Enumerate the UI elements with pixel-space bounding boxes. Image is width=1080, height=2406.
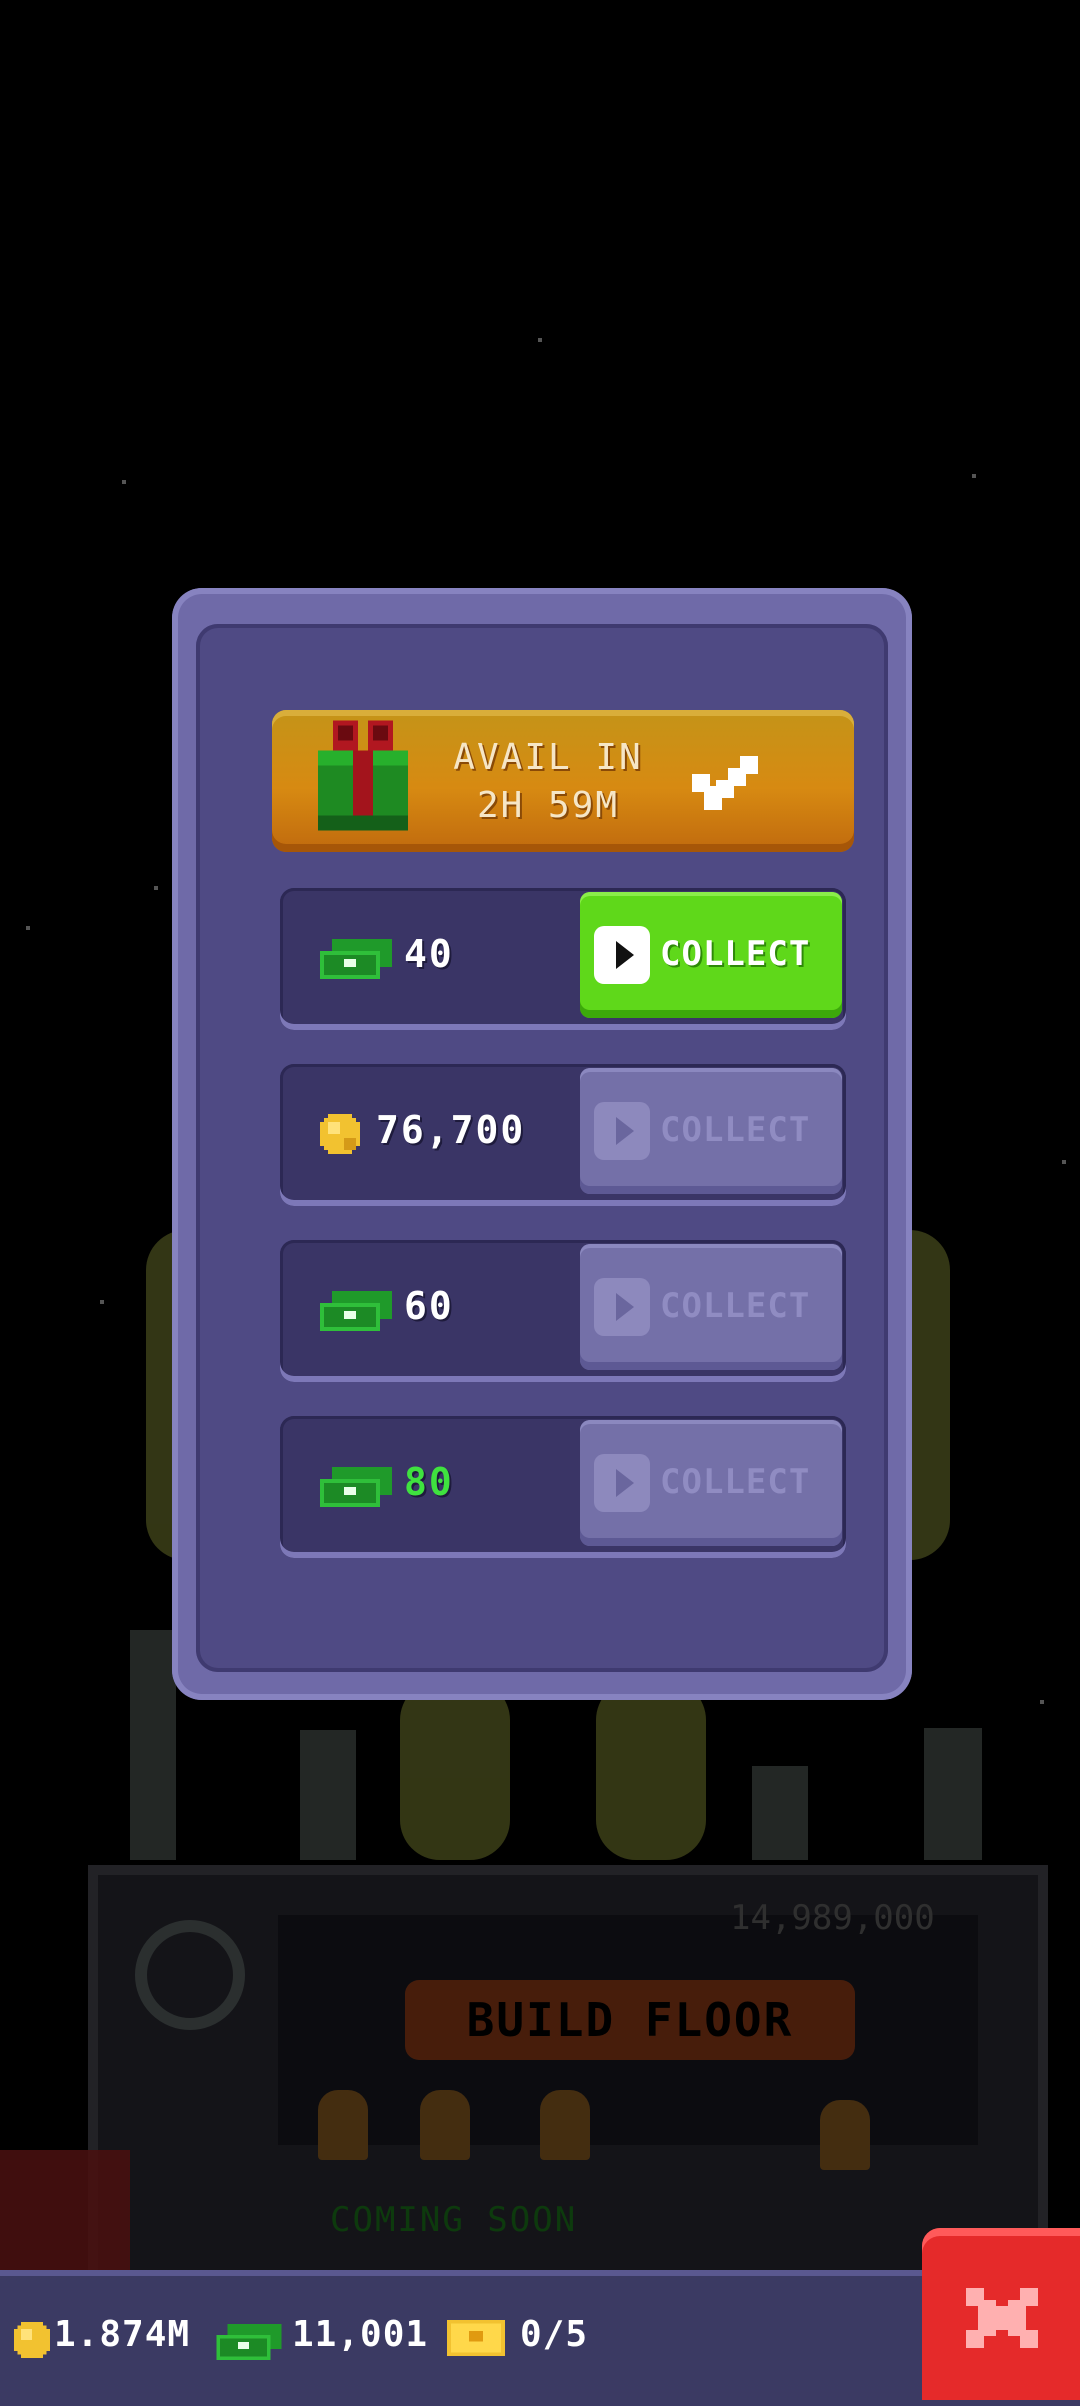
collect-button-label: COLLECT	[660, 934, 811, 974]
bux-balance: 11,001	[292, 2314, 429, 2355]
play-video-icon	[594, 1278, 650, 1336]
ticket-count: 0/5	[520, 2314, 589, 2355]
collect-button[interactable]: COLLECT	[580, 1244, 842, 1370]
gift-timer-line1: AVAIL IN	[453, 737, 643, 778]
background-tank	[400, 1680, 510, 1860]
play-video-icon	[594, 1102, 650, 1160]
daily-reward-modal: AVAIL IN 2H 59M 40 COLLECT 76,700 COLLEC…	[172, 588, 912, 1700]
coin-balance: 1.874M	[54, 2314, 191, 2355]
collect-button[interactable]: COLLECT	[580, 892, 842, 1018]
ticket-icon	[447, 2320, 505, 2356]
close-icon	[966, 2288, 1038, 2348]
elevator-button	[0, 2150, 130, 2270]
worker-sprite	[820, 2100, 870, 2170]
play-video-icon	[594, 1454, 650, 1512]
play-video-icon	[594, 926, 650, 984]
background-pillar	[130, 1630, 176, 1860]
coming-soon-label: COMING SOON	[330, 2200, 578, 2240]
reward-amount: 40	[404, 932, 454, 976]
background-pillar	[924, 1728, 982, 1860]
checkmark-icon	[692, 756, 758, 810]
collect-button[interactable]: COLLECT	[580, 1420, 842, 1546]
reward-row-1: 40 COLLECT	[280, 888, 846, 1030]
background-wheel	[135, 1920, 245, 2030]
bux-icon	[216, 2324, 282, 2360]
coin-icon	[320, 1114, 360, 1154]
coin-icon	[14, 2322, 50, 2358]
reward-row-4: 80 COLLECT	[280, 1416, 846, 1558]
currency-status-bar: 1.874M 11,001 0/5	[0, 2270, 1080, 2406]
background-pillar	[752, 1766, 808, 1860]
bux-icon	[320, 1467, 392, 1507]
reward-amount: 76,700	[376, 1108, 526, 1152]
floor-price: 14,989,000	[730, 1898, 935, 1938]
reward-row-3: 60 COLLECT	[280, 1240, 846, 1382]
gift-timer-line2: 2H 59M	[476, 785, 620, 826]
gift-timer-text: AVAIL IN 2H 59M	[448, 734, 648, 830]
close-button[interactable]	[922, 2228, 1080, 2400]
worker-sprite	[540, 2090, 590, 2160]
background-tank	[596, 1680, 706, 1860]
background-pillar	[300, 1730, 356, 1860]
collect-button-label: COLLECT	[660, 1286, 811, 1326]
reward-row-2: 76,700 COLLECT	[280, 1064, 846, 1206]
gift-icon	[318, 720, 408, 831]
bux-icon	[320, 1291, 392, 1331]
bux-icon	[320, 939, 392, 979]
reward-amount: 60	[404, 1284, 454, 1328]
reward-amount: 80	[404, 1460, 454, 1504]
collect-button-label: COLLECT	[660, 1462, 811, 1502]
worker-sprite	[420, 2090, 470, 2160]
gift-timer-banner: AVAIL IN 2H 59M	[272, 710, 854, 852]
collect-button-label: COLLECT	[660, 1110, 811, 1150]
modal-inner-panel: AVAIL IN 2H 59M 40 COLLECT 76,700 COLLEC…	[196, 624, 888, 1672]
build-floor-button: BUILD FLOOR	[405, 1980, 855, 2060]
collect-button[interactable]: COLLECT	[580, 1068, 842, 1194]
worker-sprite	[318, 2090, 368, 2160]
